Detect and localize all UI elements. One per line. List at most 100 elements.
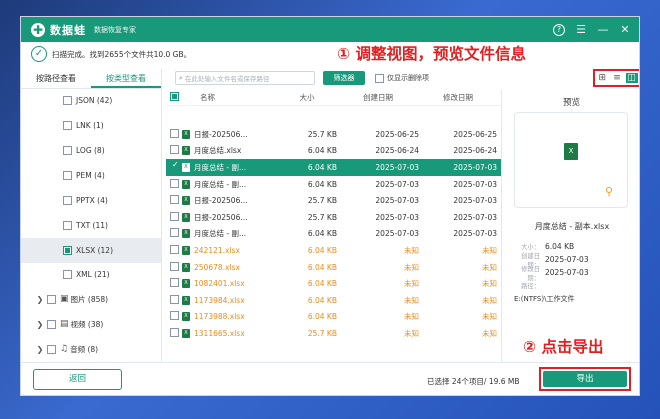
category-images[interactable]: ❯ ▣ 图片 (858) — [21, 288, 161, 310]
table-row[interactable]: X 242121.xlsx 6.04 KB 未知 未知 — [166, 242, 501, 259]
col-size[interactable]: 大小 — [277, 92, 337, 103]
category-videos[interactable]: ❯ ▤ 视频 (38) — [21, 313, 161, 335]
checkbox[interactable] — [170, 311, 179, 321]
xlsx-file-icon: X — [182, 162, 190, 172]
checkbox[interactable] — [63, 195, 72, 205]
checkbox[interactable] — [170, 195, 179, 205]
table-row[interactable]: X 日报-202506... 25.7 KB 2025-06-25 2025-06… — [166, 126, 501, 143]
checkbox[interactable] — [170, 244, 179, 254]
type-item-log[interactable]: LOG (8) — [21, 139, 161, 161]
checkbox[interactable] — [170, 228, 179, 238]
table-row[interactable]: X 1082401.xlsx 6.04 KB 未知 未知 — [166, 275, 501, 292]
checkbox[interactable] — [170, 211, 179, 221]
footer-bar: 返回 已选择 24个项目/ 19.6 MB 导出 — [21, 362, 639, 395]
type-item-txt[interactable]: TXT (11) — [21, 214, 161, 236]
table-row[interactable]: X 1311665.xlsx 25.7 KB 未知 未知 — [166, 325, 501, 342]
search-input[interactable]: ⌕ 在此处输入文件名或保存路径 — [175, 71, 315, 85]
xlsx-file-icon: X — [564, 143, 578, 160]
type-item-lnk[interactable]: LNK (1) — [21, 114, 161, 136]
xlsx-file-icon: X — [182, 196, 190, 206]
col-created[interactable]: 创建日期 — [337, 92, 419, 103]
checkbox[interactable] — [47, 344, 56, 354]
help-icon[interactable]: ? — [553, 23, 565, 36]
table-row[interactable]: X 1173988.xlsx 6.04 KB 未知 未知 — [166, 309, 501, 326]
col-name[interactable]: 名称 — [182, 92, 277, 103]
back-button[interactable]: 返回 — [33, 369, 122, 390]
preview-filename: 月度总结 - 副本.xlsx — [534, 222, 610, 231]
preview-size: 6.04 KB — [545, 242, 575, 251]
table-row[interactable]: X 日报-202506... 25.7 KB 2025-07-03 2025-07… — [166, 192, 501, 209]
xlsx-file-icon: X — [182, 279, 190, 289]
preview-modified: 2025-07-03 — [545, 268, 589, 277]
table-row[interactable]: X 月度总结 - 副... 6.04 KB 2025-07-03 2025-07-… — [166, 226, 501, 243]
checkbox[interactable] — [63, 269, 72, 279]
only-deleted-toggle[interactable]: 仅显示删除项 — [375, 73, 429, 83]
type-item-pptx[interactable]: PPTX (4) — [21, 189, 161, 211]
search-icon: ⌕ — [179, 73, 183, 82]
checkbox[interactable] — [47, 294, 56, 304]
chevron-right-icon[interactable]: ❯ — [35, 295, 45, 304]
type-item-xml[interactable]: XML (21) — [21, 263, 161, 285]
xlsx-file-icon: X — [182, 146, 190, 156]
scan-status-bar: ✓ 扫描完成。找到2655个文件共10.0 GB。 — [21, 42, 639, 66]
type-item-json[interactable]: JSON (42) — [21, 89, 161, 111]
detail-view-icon[interactable]: ◫ — [625, 73, 638, 83]
checkbox[interactable] — [63, 95, 72, 105]
tab-by-path[interactable]: 按路径查看 — [21, 69, 91, 88]
grid-view-icon[interactable]: ⊞ — [596, 73, 608, 83]
checkbox[interactable] — [170, 160, 179, 171]
checkbox[interactable] — [47, 319, 56, 329]
table-header: 名称 大小 创建日期 修改日期 — [166, 90, 501, 106]
checkbox[interactable] — [170, 278, 179, 288]
video-icon: ▤ — [60, 319, 69, 329]
table-row[interactable]: X 1173984.xlsx 6.04 KB 未知 未知 — [166, 292, 501, 309]
tab-by-type[interactable]: 按类型查看 — [91, 69, 161, 88]
table-row[interactable]: X 250678.xlsx 6.04 KB 未知 未知 — [166, 259, 501, 276]
xlsx-file-icon: X — [182, 229, 190, 239]
zoom-icon[interactable]: ⚲ — [605, 185, 619, 199]
category-audio[interactable]: ❯ ♫ 音频 (8) — [21, 338, 161, 360]
xlsx-file-icon: X — [182, 129, 190, 139]
type-item-pem[interactable]: PEM (4) — [21, 164, 161, 186]
filter-button[interactable]: 筛选器 — [323, 71, 365, 85]
selection-summary: 已选择 24个项目/ 19.6 MB — [427, 377, 520, 386]
minimize-icon[interactable]: — — [597, 23, 609, 36]
table-row[interactable]: X 日报-202506... 25.7 KB 2025-07-03 2025-07… — [166, 209, 501, 226]
xlsx-file-icon: X — [182, 328, 190, 338]
checkbox[interactable] — [170, 261, 179, 271]
checkbox[interactable] — [170, 294, 179, 304]
file-toolbar: ⌕ 在此处输入文件名或保存路径 筛选器 仅显示删除项 ⊞ ≡ ◫ — [175, 69, 639, 87]
checkbox[interactable] — [63, 120, 72, 130]
checkbox[interactable] — [170, 128, 179, 138]
select-all-checkbox[interactable] — [170, 92, 179, 101]
close-icon[interactable]: ✕ — [619, 23, 631, 36]
app-name: 数据蛙 — [50, 23, 86, 37]
checkbox[interactable] — [170, 327, 179, 337]
xlsx-file-icon: X — [182, 312, 190, 322]
checkbox[interactable] — [63, 145, 72, 155]
checkbox[interactable] — [63, 220, 72, 230]
xlsx-file-icon: X — [182, 212, 190, 222]
category-panel: 按路径查看 按类型查看 JSON (42) LNK (1) LOG (8) PE… — [21, 69, 162, 362]
chevron-right-icon[interactable]: ❯ — [35, 320, 45, 329]
xlsx-file-icon: X — [182, 179, 190, 189]
type-item-xlsx[interactable]: XLSX (12) — [21, 238, 161, 263]
preview-thumbnail: X ⚲ — [514, 112, 628, 208]
checkbox[interactable] — [170, 145, 179, 155]
checkbox[interactable] — [63, 170, 72, 180]
check-circle-icon: ✓ — [31, 46, 47, 62]
col-modified[interactable]: 修改日期 — [419, 92, 497, 103]
table-row[interactable]: X 月度总结.xlsx 6.04 KB 2025-06-24 2025-06-24 — [166, 143, 501, 160]
checkbox[interactable] — [170, 178, 179, 188]
table-row-selected[interactable]: X月度总结 - 副... 6.04 KB 2025-07-03 2025-07-… — [166, 159, 501, 176]
xlsx-file-icon: X — [182, 295, 190, 305]
table-row[interactable]: X 月度总结 - 副... 6.04 KB 2025-07-03 2025-07-… — [166, 176, 501, 193]
preview-info: 大小： 6.04 KB 创建日期： 2025-07-03 修改日期： 2025-07-… — [514, 240, 639, 304]
export-button[interactable]: 导出 — [543, 371, 627, 387]
menu-icon[interactable]: ☰ — [575, 23, 587, 36]
chevron-right-icon[interactable]: ❯ — [35, 345, 45, 354]
app-window: ✚ 数据蛙 数据恢复专家 ? ☰ — ✕ ✓ 扫描完成。找到2655个文件共10… — [20, 16, 640, 396]
checkbox[interactable] — [63, 246, 72, 255]
checkbox[interactable] — [375, 73, 384, 83]
list-view-icon[interactable]: ≡ — [611, 73, 623, 83]
